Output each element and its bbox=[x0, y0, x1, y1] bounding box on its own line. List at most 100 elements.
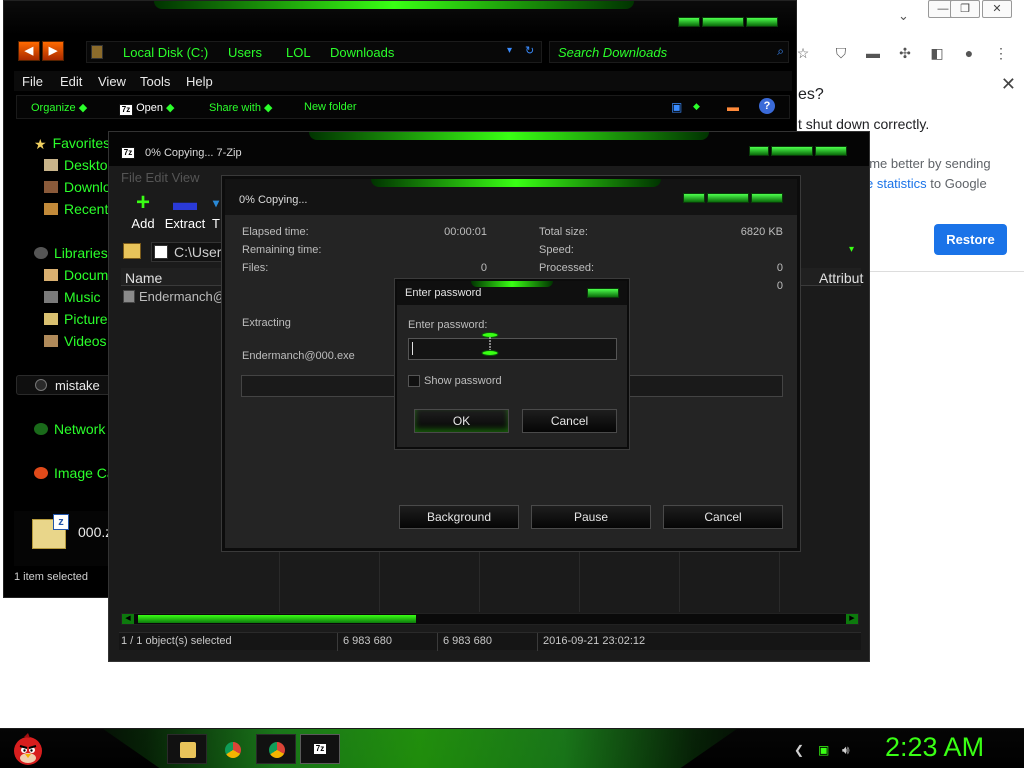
extract-minus-icon: ▬ bbox=[173, 189, 197, 216]
pause-button[interactable]: Pause bbox=[531, 505, 651, 529]
password-titlebar: Enter password bbox=[397, 281, 627, 305]
extract-button[interactable]: ▬ Extract bbox=[163, 190, 207, 234]
breadcrumb-local-disk[interactable]: Local Disk (C:) bbox=[123, 45, 208, 60]
clock[interactable]: 2:23 AM bbox=[885, 732, 984, 763]
chrome-tab-search-icon[interactable]: ⌄ bbox=[898, 8, 909, 24]
view-options-icon[interactable]: ▣ bbox=[671, 100, 682, 114]
scroll-right-button[interactable]: ▶ bbox=[846, 614, 858, 624]
navigation-pane: ★ Favorites Desktop Downloads Recent Libr… bbox=[14, 125, 147, 565]
organize-button[interactable]: Organize ◆ bbox=[31, 101, 87, 114]
profile-avatar-icon[interactable]: ● bbox=[960, 44, 978, 62]
path-dropdown-icon[interactable]: ▾ bbox=[849, 244, 854, 255]
breadcrumb-users[interactable]: Users bbox=[228, 45, 262, 60]
list-item[interactable]: Endermanch@ bbox=[121, 288, 226, 306]
grid-line bbox=[279, 552, 280, 612]
open-button[interactable]: 7z Open ◆ bbox=[119, 101, 175, 116]
sevenzip-toolbar: + Add ▬ Extract ▾ T bbox=[121, 190, 231, 240]
nav-libraries[interactable]: Libraries bbox=[34, 245, 108, 263]
speed-label: Speed: bbox=[539, 244, 574, 256]
nav-recent[interactable]: Recent bbox=[44, 201, 108, 219]
password-window-controls bbox=[587, 288, 619, 298]
menu-view[interactable]: View bbox=[98, 74, 126, 89]
share-with-button[interactable]: Share with ◆ bbox=[209, 101, 273, 114]
help-icon[interactable]: ? bbox=[759, 98, 775, 114]
new-folder-button[interactable]: New folder bbox=[304, 101, 357, 113]
forward-button[interactable]: ▶ bbox=[42, 41, 64, 61]
sevenzip-close-button[interactable] bbox=[815, 146, 847, 156]
test-button[interactable]: ▾ T bbox=[209, 190, 223, 234]
address-bar[interactable]: Local Disk (C:) Users LOL Downloads ▾ ↻ bbox=[86, 41, 542, 63]
password-cancel-button[interactable]: Cancel bbox=[522, 409, 617, 433]
sevenzip-minimize-button[interactable] bbox=[749, 146, 769, 156]
progress-minimize-button[interactable] bbox=[683, 193, 705, 203]
network-tray-icon[interactable]: ▣ bbox=[818, 743, 829, 757]
nav-pictures[interactable]: Pictures bbox=[44, 311, 115, 329]
password-title: Enter password bbox=[405, 287, 482, 299]
horizontal-scrollbar[interactable]: ◀ ▶ bbox=[121, 613, 859, 625]
search-box[interactable]: ⌕ bbox=[549, 41, 789, 63]
progress-maximize-button[interactable] bbox=[707, 193, 749, 203]
show-password-label[interactable]: Show password bbox=[424, 375, 502, 387]
chrome-maximize-button[interactable]: ❐ bbox=[950, 0, 980, 18]
nav-videos[interactable]: Videos bbox=[44, 333, 107, 351]
usage-statistics-link[interactable]: e statistics bbox=[866, 176, 927, 191]
password-close-button[interactable] bbox=[587, 288, 619, 298]
col-attributes[interactable]: Attribut bbox=[819, 270, 863, 286]
scroll-left-button[interactable]: ◀ bbox=[122, 614, 134, 624]
taskbar-chrome-2[interactable] bbox=[256, 734, 296, 764]
nav-desktop[interactable]: Desktop bbox=[44, 157, 115, 175]
up-folder-icon[interactable] bbox=[123, 243, 141, 259]
extension-flag-icon[interactable]: ▬ bbox=[864, 44, 882, 62]
nav-favorites[interactable]: ★ Favorites bbox=[34, 135, 110, 153]
status-selected: 1 / 1 object(s) selected bbox=[121, 635, 232, 647]
show-hidden-icons-icon[interactable]: ❮ bbox=[794, 743, 804, 757]
start-button-angry-bird-icon[interactable] bbox=[10, 731, 46, 767]
ok-button[interactable]: OK bbox=[414, 409, 509, 433]
volume-icon[interactable]: 🔊︎ bbox=[842, 743, 850, 758]
side-panel-icon[interactable]: ◧ bbox=[928, 44, 946, 62]
breadcrumb-lol[interactable]: LOL bbox=[286, 45, 311, 60]
menu-tools[interactable]: Tools bbox=[140, 74, 170, 89]
image-capture-icon bbox=[34, 467, 48, 479]
preview-pane-icon[interactable]: ▬ bbox=[727, 100, 739, 114]
sevenzip-menu-bar[interactable]: File Edit View bbox=[121, 170, 200, 185]
search-input[interactable] bbox=[558, 44, 768, 60]
taskbar-explorer[interactable] bbox=[167, 734, 207, 764]
explorer-titlebar bbox=[4, 1, 796, 35]
command-bar: Organize ◆ 7z Open ◆ Share with ◆ New fo… bbox=[16, 95, 790, 119]
view-dropdown-icon[interactable]: ◆ bbox=[693, 101, 700, 112]
sevenzip-maximize-button[interactable] bbox=[771, 146, 813, 156]
chrome-close-button[interactable]: ✕ bbox=[982, 0, 1012, 18]
taskbar-7zip[interactable]: 7z bbox=[300, 734, 340, 764]
homegroup-item[interactable]: mistake bbox=[16, 375, 118, 395]
explorer-close-button[interactable] bbox=[746, 17, 778, 27]
sevenzip-titlebar: 7z 0% Copying... 7-Zip bbox=[109, 132, 869, 166]
chrome-menu-icon[interactable]: ⋮ bbox=[992, 44, 1010, 62]
restore-button[interactable]: Restore bbox=[934, 224, 1007, 255]
menu-file[interactable]: File bbox=[22, 74, 43, 89]
nav-network[interactable]: Network bbox=[34, 421, 105, 439]
address-dropdown-icon[interactable]: ▾ bbox=[507, 45, 512, 56]
col-name[interactable]: Name bbox=[125, 270, 162, 286]
breadcrumb-downloads[interactable]: Downloads bbox=[330, 45, 394, 60]
menu-edit[interactable]: Edit bbox=[60, 74, 82, 89]
add-button[interactable]: + Add bbox=[121, 190, 165, 234]
progress-close-button[interactable] bbox=[751, 193, 783, 203]
refresh-icon[interactable]: ↻ bbox=[525, 44, 534, 57]
password-input[interactable] bbox=[408, 338, 617, 360]
scroll-thumb[interactable] bbox=[138, 615, 416, 623]
cancel-button[interactable]: Cancel bbox=[663, 505, 783, 529]
nav-music[interactable]: Music bbox=[44, 289, 101, 307]
search-icon[interactable]: ⌕ bbox=[777, 44, 784, 59]
menu-help[interactable]: Help bbox=[186, 74, 213, 89]
ublock-icon[interactable]: ⛉ bbox=[832, 44, 850, 62]
background-button[interactable]: Background bbox=[399, 505, 519, 529]
back-button[interactable]: ◀ bbox=[18, 41, 40, 61]
show-password-checkbox[interactable] bbox=[408, 375, 420, 387]
extensions-puzzle-icon[interactable]: ✣ bbox=[896, 44, 914, 62]
explorer-maximize-button[interactable] bbox=[702, 17, 744, 27]
network-icon bbox=[34, 423, 48, 435]
bubble-close-icon[interactable]: ✕ bbox=[1001, 74, 1016, 95]
explorer-minimize-button[interactable] bbox=[678, 17, 700, 27]
taskbar-chrome-1[interactable] bbox=[212, 734, 252, 764]
